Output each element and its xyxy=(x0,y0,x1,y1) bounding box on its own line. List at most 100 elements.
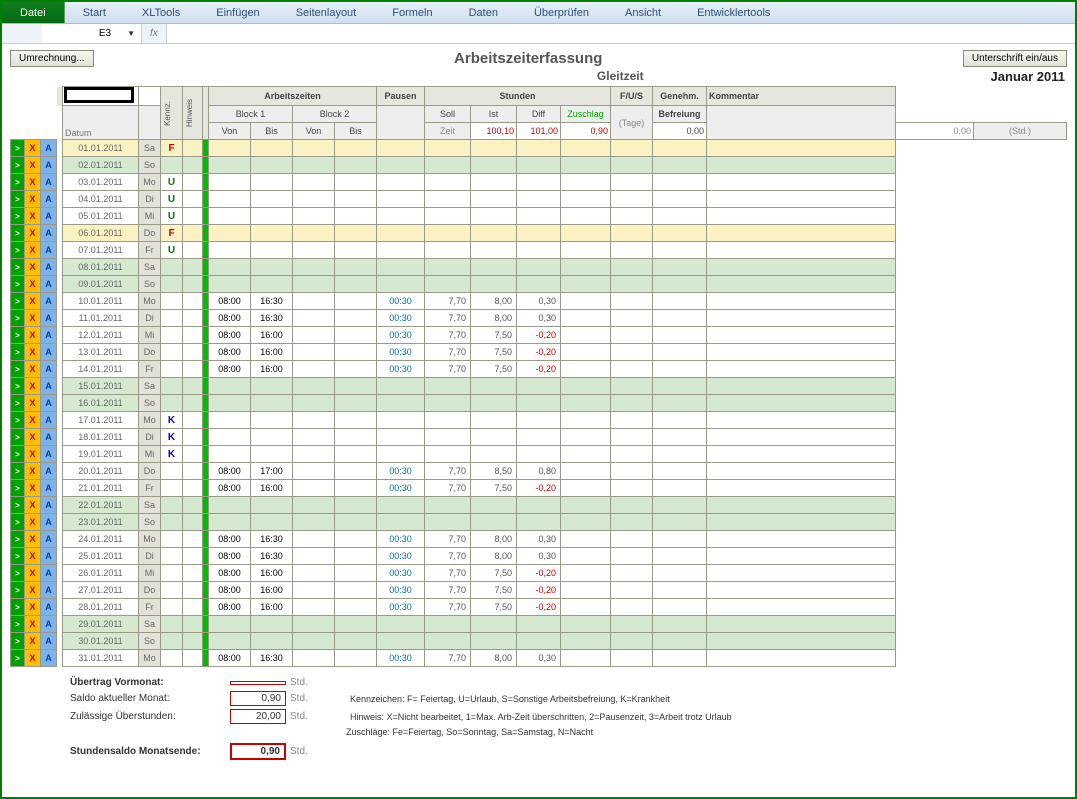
cell-date[interactable]: 06.01.2011 xyxy=(63,225,139,242)
cell-bis1[interactable]: 17:00 xyxy=(251,463,293,480)
cell-hinweis[interactable] xyxy=(183,616,203,633)
row-expand-button[interactable]: > xyxy=(11,446,25,463)
cell-bis2[interactable] xyxy=(335,463,377,480)
cell-kommentar[interactable] xyxy=(707,242,896,259)
row-a-button[interactable]: A xyxy=(41,582,57,599)
cell-von1[interactable] xyxy=(209,259,251,276)
cell-ist[interactable]: 8,00 xyxy=(471,548,517,565)
cell-zuschlag[interactable] xyxy=(561,174,611,191)
row-a-button[interactable]: A xyxy=(41,616,57,633)
row-x-button[interactable]: X xyxy=(25,446,41,463)
cell-kennz[interactable]: F xyxy=(161,225,183,242)
cell-kommentar[interactable] xyxy=(707,395,896,412)
cell-soll[interactable]: 7,70 xyxy=(425,361,471,378)
cell-fus[interactable] xyxy=(611,633,653,650)
cell-kommentar[interactable] xyxy=(707,446,896,463)
cell-von2[interactable] xyxy=(293,259,335,276)
cell-kennz[interactable] xyxy=(161,565,183,582)
cell-befreiung[interactable] xyxy=(653,378,707,395)
cell-ist[interactable] xyxy=(471,174,517,191)
cell-kommentar[interactable] xyxy=(707,599,896,616)
cell-fus[interactable] xyxy=(611,582,653,599)
cell-bis1[interactable]: 16:00 xyxy=(251,480,293,497)
cell-von2[interactable] xyxy=(293,140,335,157)
row-expand-button[interactable]: > xyxy=(11,412,25,429)
cell-von2[interactable] xyxy=(293,327,335,344)
row-x-button[interactable]: X xyxy=(25,480,41,497)
cell-diff[interactable]: -0,20 xyxy=(517,327,561,344)
row-a-button[interactable]: A xyxy=(41,310,57,327)
cell-fus[interactable] xyxy=(611,242,653,259)
cell-pause[interactable] xyxy=(377,378,425,395)
cell-ist[interactable] xyxy=(471,208,517,225)
ribbon-tab-überprüfen[interactable]: Überprüfen xyxy=(516,2,607,23)
cell-bis1[interactable]: 16:00 xyxy=(251,565,293,582)
cell-hinweis[interactable] xyxy=(183,327,203,344)
cell-kommentar[interactable] xyxy=(707,650,896,667)
cell-date[interactable]: 25.01.2011 xyxy=(63,548,139,565)
cell-bis1[interactable]: 16:00 xyxy=(251,582,293,599)
cell-von2[interactable] xyxy=(293,463,335,480)
cell-date[interactable]: 13.01.2011 xyxy=(63,344,139,361)
cell-hinweis[interactable] xyxy=(183,225,203,242)
row-expand-button[interactable]: > xyxy=(11,242,25,259)
row-expand-button[interactable]: > xyxy=(11,140,25,157)
cell-pause[interactable] xyxy=(377,633,425,650)
value-zulaessig[interactable]: 20,00 xyxy=(230,709,286,724)
cell-kennz[interactable]: K xyxy=(161,446,183,463)
cell-bis1[interactable] xyxy=(251,633,293,650)
cell-ist[interactable] xyxy=(471,497,517,514)
row-expand-button[interactable]: > xyxy=(11,259,25,276)
cell-befreiung[interactable] xyxy=(653,548,707,565)
row-expand-button[interactable]: > xyxy=(11,157,25,174)
umrechnung-button[interactable]: Umrechnung... xyxy=(10,50,94,67)
cell-zuschlag[interactable] xyxy=(561,157,611,174)
cell-soll[interactable]: 7,70 xyxy=(425,463,471,480)
cell-bis2[interactable] xyxy=(335,310,377,327)
cell-bis2[interactable] xyxy=(335,242,377,259)
cell-ist[interactable] xyxy=(471,446,517,463)
cell-befreiung[interactable] xyxy=(653,259,707,276)
cell-hinweis[interactable] xyxy=(183,599,203,616)
cell-kommentar[interactable] xyxy=(707,344,896,361)
cell-soll[interactable]: 7,70 xyxy=(425,548,471,565)
cell-von1[interactable] xyxy=(209,140,251,157)
cell-bis1[interactable] xyxy=(251,140,293,157)
cell-pause[interactable] xyxy=(377,497,425,514)
cell-fus[interactable] xyxy=(611,208,653,225)
cell-fus[interactable] xyxy=(611,157,653,174)
cell-befreiung[interactable] xyxy=(653,208,707,225)
cell-pause[interactable] xyxy=(377,446,425,463)
cell-befreiung[interactable] xyxy=(653,429,707,446)
cell-soll[interactable] xyxy=(425,446,471,463)
cell-ist[interactable] xyxy=(471,616,517,633)
cell-soll[interactable]: 7,70 xyxy=(425,650,471,667)
cell-ist[interactable]: 7,50 xyxy=(471,599,517,616)
row-expand-button[interactable]: > xyxy=(11,565,25,582)
ribbon-tab-start[interactable]: Start xyxy=(65,2,124,23)
cell-soll[interactable] xyxy=(425,140,471,157)
cell-bis1[interactable] xyxy=(251,242,293,259)
cell-zuschlag[interactable] xyxy=(561,208,611,225)
cell-fus[interactable] xyxy=(611,378,653,395)
cell-date[interactable]: 30.01.2011 xyxy=(63,633,139,650)
cell-kennz[interactable]: K xyxy=(161,412,183,429)
row-a-button[interactable]: A xyxy=(41,344,57,361)
cell-kommentar[interactable] xyxy=(707,276,896,293)
cell-zuschlag[interactable] xyxy=(561,327,611,344)
cell-von1[interactable]: 08:00 xyxy=(209,327,251,344)
cell-von1[interactable]: 08:00 xyxy=(209,293,251,310)
cell-pause[interactable] xyxy=(377,616,425,633)
cell-bis2[interactable] xyxy=(335,327,377,344)
cell-bis2[interactable] xyxy=(335,344,377,361)
cell-bis2[interactable] xyxy=(335,514,377,531)
row-x-button[interactable]: X xyxy=(25,276,41,293)
cell-von2[interactable] xyxy=(293,242,335,259)
cell-pause[interactable] xyxy=(377,208,425,225)
cell-kommentar[interactable] xyxy=(707,480,896,497)
row-expand-button[interactable]: > xyxy=(11,395,25,412)
cell-von1[interactable] xyxy=(209,616,251,633)
cell-diff[interactable]: 0,30 xyxy=(517,548,561,565)
cell-hinweis[interactable] xyxy=(183,140,203,157)
cell-date[interactable]: 03.01.2011 xyxy=(63,174,139,191)
